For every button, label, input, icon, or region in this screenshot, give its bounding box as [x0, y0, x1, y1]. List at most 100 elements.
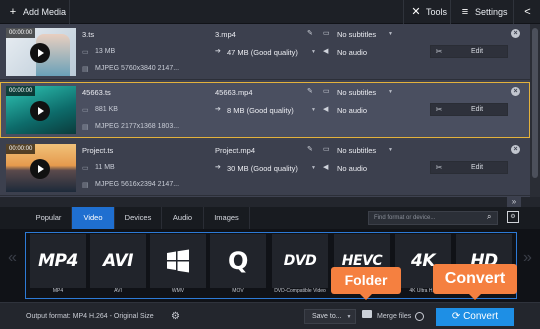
audio-icon: ◀	[323, 106, 329, 113]
format-tabs-bar: Popular Video Devices Audio Images Find …	[0, 207, 540, 229]
format-mov[interactable]: Q	[210, 234, 266, 288]
chevron-down-icon[interactable]: ▼	[311, 107, 316, 113]
format-mp4[interactable]: MP4	[30, 234, 86, 288]
file-size: 881 KB	[95, 106, 118, 113]
play-icon[interactable]	[30, 43, 50, 63]
chevron-down-icon: ▼	[346, 314, 352, 320]
subtitles-select[interactable]: No subtitles	[337, 30, 376, 39]
avi-logo: AVI	[103, 251, 134, 271]
tab-popular[interactable]: Popular	[26, 207, 72, 229]
save-to-dropdown[interactable]: Save to... ▼	[304, 309, 356, 324]
audio-icon: ◀	[323, 48, 329, 55]
collapse-panel-icon[interactable]: »	[507, 197, 521, 207]
convert-callout: Convert	[433, 264, 517, 300]
format-avi[interactable]: AVI	[90, 234, 146, 288]
subtitles-icon: ▭	[323, 88, 330, 95]
scissors-icon: ✂	[435, 47, 443, 56]
add-media-label: Add Media	[23, 7, 67, 17]
file-list: 00:00:00 3.ts ▭ 13 MB ▤ MJPEG 5760x3840 …	[0, 24, 530, 197]
output-size[interactable]: 47 MB (Good quality)	[227, 48, 298, 57]
file-size-icon: ▭	[82, 107, 89, 114]
pencil-icon[interactable]: ✎	[307, 29, 313, 37]
format-label: AVI	[114, 288, 122, 294]
subtitles-select[interactable]: No subtitles	[337, 146, 376, 155]
tab-devices[interactable]: Devices	[115, 207, 162, 229]
chevron-down-icon[interactable]: ▼	[388, 147, 393, 153]
menu-icon: ≡	[461, 6, 469, 18]
play-icon[interactable]	[30, 101, 50, 121]
output-name: 45663.mp4	[215, 88, 253, 97]
remove-file-icon[interactable]: ×	[511, 87, 520, 96]
device-detect-icon[interactable]: ⚙	[507, 211, 519, 223]
subtitles-icon: ▭	[323, 30, 330, 37]
play-icon[interactable]	[30, 159, 50, 179]
tab-audio[interactable]: Audio	[162, 207, 204, 229]
pencil-icon[interactable]: ✎	[307, 145, 313, 153]
file-row[interactable]: 00:00:00 Project.ts ▭ 11 MB ▤ MJPEG 5616…	[0, 140, 530, 196]
windows-logo-icon	[167, 249, 189, 273]
codec-icon: ▤	[82, 182, 89, 189]
file-size: 13 MB	[95, 48, 116, 55]
add-media-button[interactable]: + Add Media	[0, 0, 70, 24]
edit-label: Edit	[470, 48, 484, 55]
codec-info: MJPEG 5760x3840 2147...	[95, 65, 180, 72]
scroll-right-icon[interactable]: »	[523, 249, 532, 267]
quicktime-logo: Q	[228, 247, 248, 275]
edit-button[interactable]: ✂ Edit	[430, 45, 508, 58]
convert-button[interactable]: ⟳ Convert	[436, 308, 514, 326]
chevron-down-icon[interactable]: ▼	[388, 31, 393, 37]
file-row[interactable]: 00:00:00 45663.ts ▭ 881 KB ▤ MJPEG 2177x…	[0, 82, 530, 138]
output-size[interactable]: 30 MB (Good quality)	[227, 164, 298, 173]
duration: 00:00:00	[6, 144, 36, 154]
output-name: Project.mp4	[215, 146, 256, 155]
scroll-left-icon[interactable]: «	[8, 249, 17, 267]
file-size-icon: ▭	[82, 165, 89, 172]
thumbnail[interactable]: 00:00:00	[6, 86, 76, 134]
edit-button[interactable]: ✂ Edit	[430, 161, 508, 174]
chevron-down-icon[interactable]: ▼	[311, 165, 316, 171]
tab-images[interactable]: Images	[204, 207, 250, 229]
convert-label: Convert	[463, 311, 499, 322]
plus-icon: +	[9, 6, 17, 18]
duration: 00:00:00	[6, 86, 36, 96]
file-row[interactable]: 00:00:00 3.ts ▭ 13 MB ▤ MJPEG 5760x3840 …	[0, 24, 530, 80]
output-arrow-icon: ➔	[215, 106, 221, 113]
subtitles-select[interactable]: No subtitles	[337, 88, 376, 97]
format-search-input[interactable]: Find format or device...	[368, 211, 498, 225]
audio-select[interactable]: No audio	[337, 48, 367, 57]
folder-icon[interactable]	[362, 310, 372, 318]
settings-button[interactable]: ≡ Settings	[452, 0, 514, 24]
thumbnail[interactable]: 00:00:00	[6, 144, 76, 192]
file-size-icon: ▭	[82, 49, 89, 56]
format-label: WMV	[171, 288, 185, 294]
format-wmv[interactable]	[150, 234, 206, 288]
remove-file-icon[interactable]: ×	[511, 29, 520, 38]
output-size[interactable]: 8 MB (Good quality)	[227, 106, 294, 115]
merge-files-toggle[interactable]	[415, 312, 424, 321]
output-arrow-icon: ➔	[215, 164, 221, 171]
search-icon[interactable]: ⌕	[487, 212, 491, 222]
list-scrollbar[interactable]	[530, 24, 540, 197]
refresh-icon: ⟳	[451, 311, 464, 322]
audio-select[interactable]: No audio	[337, 106, 367, 115]
bottom-bar: Output format: MP4 H.264 - Original Size…	[0, 302, 540, 329]
file-name: 3.ts	[82, 30, 95, 39]
tools-button[interactable]: ✕ Tools	[403, 0, 451, 24]
chevron-down-icon[interactable]: ▼	[388, 89, 393, 95]
edit-button[interactable]: ✂ Edit	[430, 103, 508, 116]
edit-label: Edit	[470, 106, 484, 113]
merge-files-label: Merge files	[377, 313, 412, 320]
gear-icon[interactable]: ⚙	[171, 311, 180, 322]
output-format-text: Output format: MP4 H.264 - Original Size	[26, 313, 154, 320]
remove-file-icon[interactable]: ×	[511, 145, 520, 154]
audio-select[interactable]: No audio	[337, 164, 367, 173]
scrollbar-thumb[interactable]	[532, 28, 538, 178]
format-label: MP4	[52, 288, 64, 294]
chevron-down-icon[interactable]: ▼	[311, 49, 316, 55]
format-dvd[interactable]: DVD	[272, 234, 328, 288]
tab-video[interactable]: Video	[72, 207, 115, 229]
thumbnail[interactable]: 00:00:00	[6, 28, 76, 76]
share-button[interactable]: <	[515, 0, 540, 24]
audio-icon: ◀	[323, 164, 329, 171]
pencil-icon[interactable]: ✎	[307, 87, 313, 95]
